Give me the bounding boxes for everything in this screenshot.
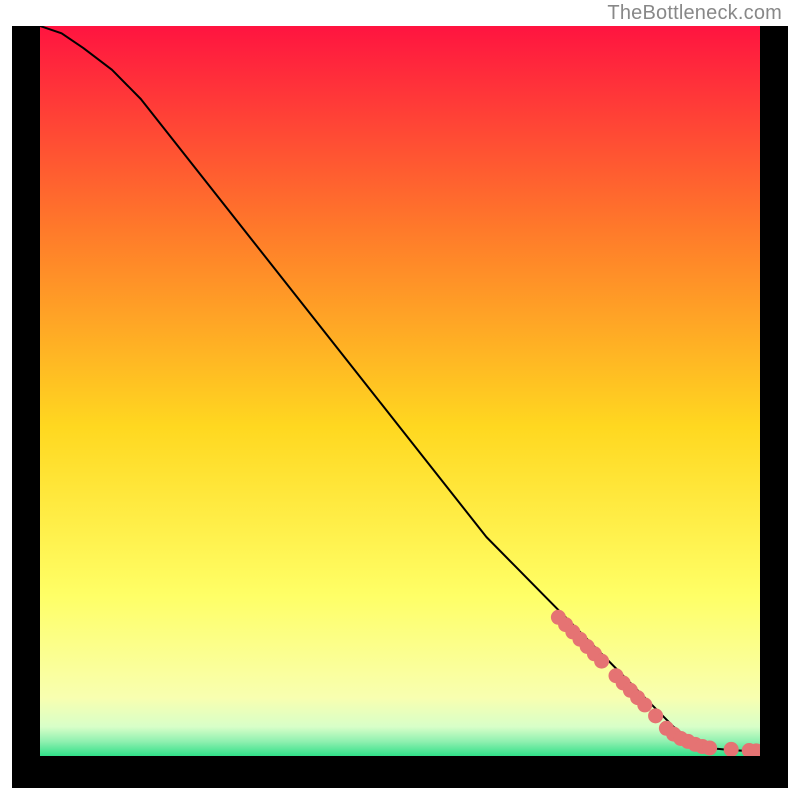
chart-container: TheBottleneck.com	[0, 0, 800, 800]
data-marker	[702, 740, 717, 755]
data-marker	[637, 697, 652, 712]
plot-frame	[12, 26, 788, 788]
plot-area	[40, 26, 760, 756]
chart-svg	[40, 26, 760, 756]
data-marker	[648, 708, 663, 723]
watermark-text: TheBottleneck.com	[607, 2, 782, 25]
data-marker	[594, 654, 609, 669]
gradient-background	[40, 26, 760, 756]
